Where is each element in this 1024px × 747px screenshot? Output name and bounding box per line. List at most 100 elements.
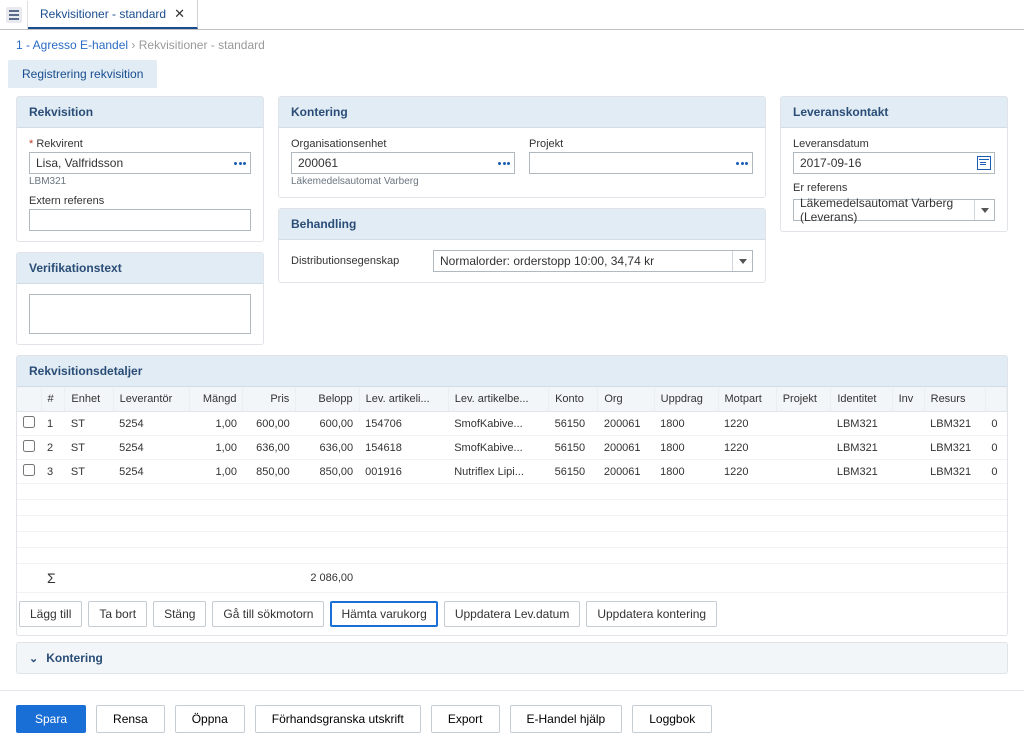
panel-header: Verifikationstext <box>17 253 263 284</box>
col-resurs[interactable]: Resurs <box>924 387 985 412</box>
close-icon[interactable]: ✕ <box>174 6 185 22</box>
projekt-label: Projekt <box>529 138 753 150</box>
app-menu-icon[interactable] <box>0 1 28 29</box>
col-enhet[interactable]: Enhet <box>65 387 113 412</box>
cell-artbe: Nutriflex Lipi... <box>448 460 548 484</box>
cell-inv <box>892 412 924 436</box>
col-num[interactable]: # <box>41 387 65 412</box>
rekvirent-input[interactable] <box>29 152 251 174</box>
col-uppdrag[interactable]: Uppdrag <box>654 387 718 412</box>
col-belopp[interactable]: Belopp <box>296 387 359 412</box>
panel-verifikationstext: Verifikationstext <box>16 252 264 345</box>
chevron-down-icon[interactable] <box>732 251 752 271</box>
panel-rekvisition: Rekvisition Rekvirent LBM321 Extern refe… <box>16 96 264 242</box>
extern-input[interactable] <box>29 209 251 231</box>
cell-motpart: 1220 <box>718 436 776 460</box>
add-button[interactable]: Lägg till <box>19 601 82 627</box>
cell-enhet: ST <box>65 412 113 436</box>
distribution-label: Distributionsegenskap <box>291 255 421 267</box>
cell-lev: 5254 <box>113 436 189 460</box>
preview-print-button[interactable]: Förhandsgranska utskrift <box>255 705 421 733</box>
row-checkbox[interactable] <box>23 464 35 476</box>
update-kontering-button[interactable]: Uppdatera kontering <box>586 601 717 627</box>
table-row[interactable]: 3ST52541,00850,00850,00001916Nutriflex L… <box>17 460 1007 484</box>
cell-pris: 636,00 <box>243 436 296 460</box>
update-levdatum-button[interactable]: Uppdatera Lev.datum <box>444 601 581 627</box>
table-row[interactable]: 2ST52541,00636,00636,00154618SmofKabive.… <box>17 436 1007 460</box>
panel-behandling: Behandling Distributionsegenskap Normalo… <box>278 208 766 283</box>
col-mangd[interactable]: Mängd <box>189 387 243 412</box>
clear-button[interactable]: Rensa <box>96 705 165 733</box>
er-referens-label: Er referens <box>793 182 995 194</box>
panel-header: Leveranskontakt <box>781 97 1007 128</box>
sigma-icon: Σ <box>41 564 65 593</box>
col-artid[interactable]: Lev. artikeli... <box>359 387 448 412</box>
chevron-down-icon: ⌄ <box>29 652 38 665</box>
sum-belopp: 2 086,00 <box>296 564 359 593</box>
panel-header: Kontering <box>279 97 765 128</box>
panel-header: Rekvisition <box>17 97 263 128</box>
row-checkbox[interactable] <box>23 416 35 428</box>
panel-kontering: Kontering Organisationsenhet Läkemedelsa… <box>278 96 766 198</box>
open-button[interactable]: Öppna <box>175 705 245 733</box>
org-input[interactable] <box>291 152 515 174</box>
accordion-kontering[interactable]: ⌄ Kontering <box>16 642 1008 674</box>
fetch-cart-button[interactable]: Hämta varukorg <box>330 601 437 627</box>
save-button[interactable]: Spara <box>16 705 86 733</box>
projekt-input[interactable] <box>529 152 753 174</box>
verifikation-textarea[interactable] <box>29 294 251 334</box>
cell-motpart: 1220 <box>718 460 776 484</box>
cell-identitet: LBM321 <box>831 412 892 436</box>
tab-registrering[interactable]: Registrering rekvisition <box>8 60 157 88</box>
calendar-icon[interactable] <box>976 155 992 171</box>
cell-artid: 154618 <box>359 436 448 460</box>
cell-belopp: 636,00 <box>296 436 359 460</box>
ehandel-help-button[interactable]: E-Handel hjälp <box>510 705 623 733</box>
chevron-down-icon[interactable] <box>974 200 994 220</box>
cell-lev: 5254 <box>113 460 189 484</box>
lookup-icon[interactable] <box>734 155 750 171</box>
cell-artbe: SmofKabive... <box>448 412 548 436</box>
goto-search-button[interactable]: Gå till sökmotorn <box>212 601 324 627</box>
close-button[interactable]: Stäng <box>153 601 206 627</box>
lookup-icon[interactable] <box>232 155 248 171</box>
cell-tail: 0 <box>985 412 1006 436</box>
col-identitet[interactable]: Identitet <box>831 387 892 412</box>
col-pris[interactable]: Pris <box>243 387 296 412</box>
logbook-button[interactable]: Loggbok <box>632 705 712 733</box>
col-inv[interactable]: Inv <box>892 387 924 412</box>
breadcrumb: 1 - Agresso E-handel › Rekvisitioner - s… <box>0 30 1024 60</box>
cell-identitet: LBM321 <box>831 436 892 460</box>
distribution-select[interactable]: Normalorder: orderstopp 10:00, 34,74 kr <box>433 250 753 272</box>
col-konto[interactable]: Konto <box>549 387 598 412</box>
table-row[interactable]: 1ST52541,00600,00600,00154706SmofKabive.… <box>17 412 1007 436</box>
col-motpart[interactable]: Motpart <box>718 387 776 412</box>
leveransdatum-input[interactable] <box>793 152 995 174</box>
row-checkbox[interactable] <box>23 440 35 452</box>
col-org[interactable]: Org <box>598 387 654 412</box>
rekvirent-label: Rekvirent <box>29 138 251 150</box>
cell-konto: 56150 <box>549 460 598 484</box>
extern-label: Extern referens <box>29 195 251 207</box>
col-artbe[interactable]: Lev. artikelbe... <box>448 387 548 412</box>
cell-resurs: LBM321 <box>924 412 985 436</box>
remove-button[interactable]: Ta bort <box>88 601 147 627</box>
cell-konto: 56150 <box>549 436 598 460</box>
org-label: Organisationsenhet <box>291 138 515 150</box>
cell-mangd: 1,00 <box>189 436 243 460</box>
cell-resurs: LBM321 <box>924 436 985 460</box>
cell-num: 3 <box>41 460 65 484</box>
er-referens-select[interactable]: Läkemedelsautomat Varberg (Leverans) <box>793 199 995 221</box>
chevron-right-icon: › <box>131 38 138 52</box>
tab-rekvisitioner[interactable]: Rekvisitioner - standard ✕ <box>28 0 198 29</box>
col-lev[interactable]: Leverantör <box>113 387 189 412</box>
lookup-icon[interactable] <box>496 155 512 171</box>
cell-mangd: 1,00 <box>189 412 243 436</box>
cell-resurs: LBM321 <box>924 460 985 484</box>
cell-inv <box>892 460 924 484</box>
export-button[interactable]: Export <box>431 705 500 733</box>
cell-lev: 5254 <box>113 412 189 436</box>
col-projekt[interactable]: Projekt <box>776 387 831 412</box>
top-tabbar: Rekvisitioner - standard ✕ <box>0 0 1024 30</box>
breadcrumb-link[interactable]: 1 - Agresso E-handel <box>16 38 128 52</box>
